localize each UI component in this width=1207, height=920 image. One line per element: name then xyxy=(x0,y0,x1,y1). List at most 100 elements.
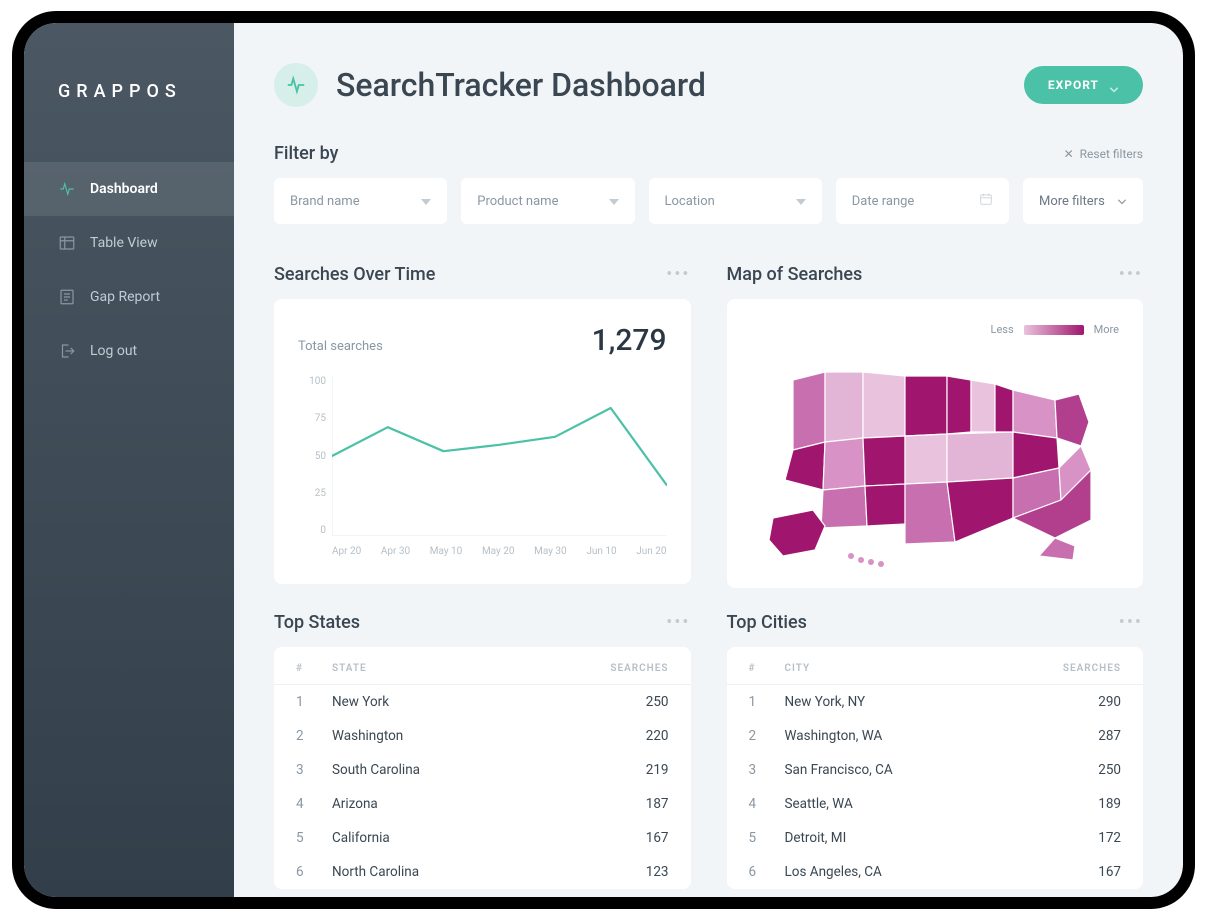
sidebar-item-dashboard[interactable]: Dashboard xyxy=(24,162,234,216)
table-row[interactable]: 5California167 xyxy=(274,821,691,855)
x-tick: May 30 xyxy=(534,546,567,557)
sidebar-item-gap-report[interactable]: Gap Report xyxy=(24,270,234,324)
chart-plot xyxy=(332,376,667,536)
page-title: SearchTracker Dashboard xyxy=(336,66,706,104)
y-tick: 25 xyxy=(298,488,326,499)
panel-menu-button[interactable]: ••• xyxy=(666,264,690,285)
cell-index: 6 xyxy=(296,864,332,880)
table-row[interactable]: 2Washington, WA287 xyxy=(727,719,1144,753)
x-tick: May 10 xyxy=(430,546,463,557)
card-searches-over-time: Total searches 1,279 1007550250 Apr 20Ap… xyxy=(274,299,691,584)
cell-value: 220 xyxy=(579,728,669,744)
tablet-frame: GRAPPOS Dashboard Table View xyxy=(12,11,1195,909)
map-legend: Less More xyxy=(751,323,1120,336)
table-row[interactable]: 3South Carolina219 xyxy=(274,753,691,787)
cell-index: 4 xyxy=(749,796,785,812)
panel-menu-button[interactable]: ••• xyxy=(666,612,690,633)
table-row[interactable]: 6Los Angeles, CA167 xyxy=(727,855,1144,889)
chevron-down-icon xyxy=(1109,82,1119,88)
th-searches: SEARCHES xyxy=(579,663,669,674)
sidebar-item-label: Log out xyxy=(90,343,137,359)
cell-name: New York, NY xyxy=(785,694,1032,710)
line-chart: 1007550250 Apr 20Apr 30May 10May 20May 3… xyxy=(298,376,667,566)
cell-value: 167 xyxy=(579,830,669,846)
table-row[interactable]: 4Seattle, WA189 xyxy=(727,787,1144,821)
logout-icon xyxy=(58,342,76,360)
th-searches: SEARCHES xyxy=(1031,663,1121,674)
cell-value: 250 xyxy=(579,694,669,710)
cell-index: 3 xyxy=(296,762,332,778)
x-tick: Apr 20 xyxy=(332,546,361,557)
cell-index: 4 xyxy=(296,796,332,812)
panel-searches-over-time: Searches Over Time ••• Total searches 1,… xyxy=(274,264,691,588)
y-tick: 75 xyxy=(298,413,326,424)
table-row[interactable]: 1New York250 xyxy=(274,685,691,719)
panel-menu-button[interactable]: ••• xyxy=(1119,264,1143,285)
main-content: SearchTracker Dashboard EXPORT Filter by… xyxy=(234,23,1183,897)
cell-value: 189 xyxy=(1031,796,1121,812)
report-icon xyxy=(58,288,76,306)
cell-name: New York xyxy=(332,694,579,710)
pulse-icon xyxy=(274,63,318,107)
y-tick: 100 xyxy=(298,376,326,387)
caret-down-icon xyxy=(421,194,431,209)
cell-value: 172 xyxy=(1031,830,1121,846)
table-row[interactable]: 6North Carolina123 xyxy=(274,855,691,889)
cell-index: 5 xyxy=(749,830,785,846)
cell-value: 167 xyxy=(1031,864,1121,880)
cell-value: 187 xyxy=(579,796,669,812)
sidebar-item-table-view[interactable]: Table View xyxy=(24,216,234,270)
table-body: 1New York2502Washington2203South Carolin… xyxy=(274,685,691,889)
nav: Dashboard Table View Gap Report xyxy=(24,162,234,378)
table-row[interactable]: 3San Francisco, CA250 xyxy=(727,753,1144,787)
panel-menu-button[interactable]: ••• xyxy=(1119,612,1143,633)
filter-header: Filter by ✕ Reset filters xyxy=(274,143,1143,164)
table-header: # CITY SEARCHES xyxy=(727,647,1144,685)
app-screen: GRAPPOS Dashboard Table View xyxy=(24,23,1183,897)
cell-name: Seattle, WA xyxy=(785,796,1032,812)
calendar-icon xyxy=(979,192,993,210)
x-tick: Jun 20 xyxy=(636,546,666,557)
filter-label: More filters xyxy=(1039,194,1105,209)
filter-location[interactable]: Location xyxy=(649,178,822,224)
table-row[interactable]: 2Washington220 xyxy=(274,719,691,753)
cell-name: California xyxy=(332,830,579,846)
table-row[interactable]: 4Arizona187 xyxy=(274,787,691,821)
filter-brand[interactable]: Brand name xyxy=(274,178,447,224)
cell-name: Detroit, MI xyxy=(785,830,1032,846)
filter-label: Date range xyxy=(852,194,915,209)
cell-name: Arizona xyxy=(332,796,579,812)
panel-title: Top Cities xyxy=(727,612,807,633)
cell-name: South Carolina xyxy=(332,762,579,778)
sidebar-item-label: Table View xyxy=(90,235,158,251)
export-button[interactable]: EXPORT xyxy=(1024,66,1143,104)
total-searches-label: Total searches xyxy=(298,339,383,354)
filter-label: Product name xyxy=(477,194,558,209)
table-header: # STATE SEARCHES xyxy=(274,647,691,685)
total-searches-value: 1,279 xyxy=(592,323,667,358)
th-city: CITY xyxy=(785,663,1032,674)
pulse-icon xyxy=(58,180,76,198)
y-tick: 50 xyxy=(298,451,326,462)
filter-date-range[interactable]: Date range xyxy=(836,178,1009,224)
panel-top-states: Top States ••• # STATE SEARCHES 1New Yor… xyxy=(274,612,691,889)
table-row[interactable]: 5Detroit, MI172 xyxy=(727,821,1144,855)
filter-more[interactable]: More filters xyxy=(1023,178,1143,224)
cell-name: Washington, WA xyxy=(785,728,1032,744)
table-top-states: # STATE SEARCHES 1New York2502Washington… xyxy=(274,647,691,889)
filter-row: Brand name Product name Location Date ra… xyxy=(274,178,1143,224)
brand-logo: GRAPPOS xyxy=(24,41,234,162)
table-top-cities: # CITY SEARCHES 1New York, NY2902Washing… xyxy=(727,647,1144,889)
x-tick: May 20 xyxy=(482,546,515,557)
cell-index: 2 xyxy=(749,728,785,744)
reset-filters-button[interactable]: ✕ Reset filters xyxy=(1064,147,1143,161)
chart-x-ticks: Apr 20Apr 30May 10May 20May 30Jun 10Jun … xyxy=(332,546,667,557)
caret-down-icon xyxy=(796,194,806,209)
x-tick: Jun 10 xyxy=(586,546,616,557)
sidebar-item-logout[interactable]: Log out xyxy=(24,324,234,378)
table-row[interactable]: 1New York, NY290 xyxy=(727,685,1144,719)
filter-product[interactable]: Product name xyxy=(461,178,634,224)
cell-index: 5 xyxy=(296,830,332,846)
cell-index: 3 xyxy=(749,762,785,778)
panel-map-of-searches: Map of Searches ••• Less More xyxy=(727,264,1144,588)
